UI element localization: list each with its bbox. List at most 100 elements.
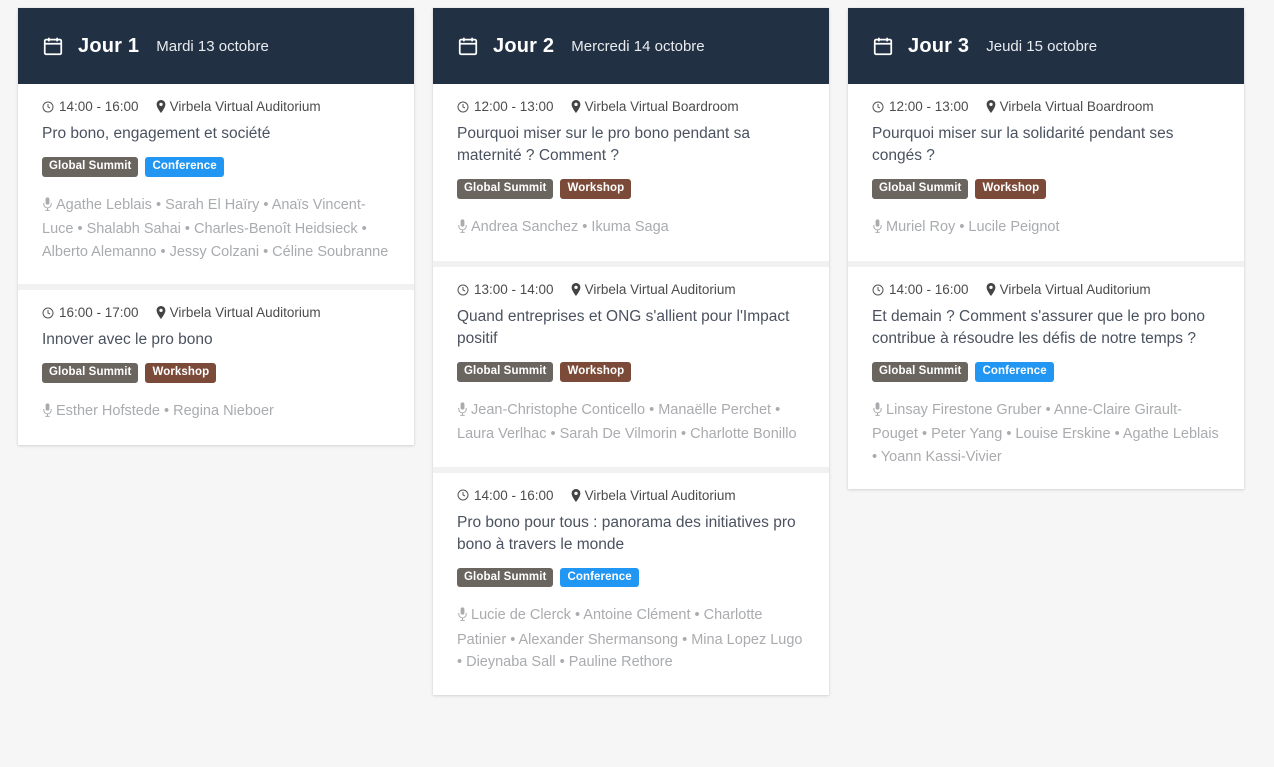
clock-icon bbox=[872, 101, 884, 113]
session-time-text: 14:00 - 16:00 bbox=[474, 487, 554, 503]
tag-badge[interactable]: Global Summit bbox=[872, 362, 969, 382]
tag-badge[interactable]: Global Summit bbox=[457, 567, 554, 588]
microphone-icon bbox=[457, 218, 468, 240]
session-item[interactable]: 16:00 - 17:00 Virbela Virtual Auditorium I… bbox=[18, 284, 414, 446]
session-item[interactable]: 12:00 - 13:00 Virbela Virtual Boardroom Po… bbox=[433, 84, 829, 262]
calendar-icon bbox=[42, 35, 64, 57]
session-speakers: Agathe Leblais • Sarah El Haïry • Anaïs … bbox=[42, 194, 390, 263]
session-speakers: Esther Hofstede • Regina Nieboer bbox=[42, 400, 390, 424]
day-header: Jour 1 Mardi 13 octobre bbox=[18, 8, 414, 84]
session-time: 13:00 - 14:00 bbox=[457, 282, 554, 297]
map-pin-icon bbox=[571, 488, 581, 502]
tag-badge[interactable]: Global Summit bbox=[457, 179, 554, 199]
session-speakers-text: Lucie de Clerck • Antoine Clément • Char… bbox=[457, 607, 803, 671]
session-speakers: Andrea Sanchez • Ikuma Saga bbox=[457, 216, 805, 240]
session-speakers-text: Linsay Firestone Gruber • Anne-Claire Gi… bbox=[872, 401, 1219, 465]
session-meta: 12:00 - 13:00 Virbela Virtual Boardroom bbox=[872, 99, 1220, 114]
session-location: Virbela Virtual Boardroom bbox=[571, 99, 739, 114]
microphone-icon bbox=[872, 218, 883, 240]
session-tags: Global Summit Conference bbox=[457, 567, 805, 588]
session-location: Virbela Virtual Auditorium bbox=[156, 305, 321, 320]
calendar-icon bbox=[872, 35, 894, 57]
session-location: Virbela Virtual Auditorium bbox=[571, 282, 736, 297]
day-title: Jour 3 bbox=[908, 34, 970, 57]
session-location-text: Virbela Virtual Auditorium bbox=[169, 99, 321, 114]
session-time-text: 14:00 - 16:00 bbox=[889, 282, 969, 298]
day-card: Jour 1 Mardi 13 octobre 14:00 - 16:00 Virbe… bbox=[18, 8, 414, 446]
session-time: 14:00 - 16:00 bbox=[872, 282, 969, 297]
session-item[interactable]: 14:00 - 16:00 Virbela Virtual Auditorium P… bbox=[18, 84, 414, 285]
day-card: Jour 2 Mercredi 14 octobre 12:00 - 13:00 Vi… bbox=[433, 8, 829, 695]
session-meta: 13:00 - 14:00 Virbela Virtual Auditorium bbox=[457, 282, 805, 297]
session-speakers-text: Agathe Leblais • Sarah El Haïry • Anaïs … bbox=[42, 196, 389, 260]
session-speakers-text: Jean-Christophe Conticello • Manaëlle Pe… bbox=[457, 401, 797, 443]
day-date: Mardi 13 octobre bbox=[156, 37, 269, 55]
session-location-text: Virbela Virtual Boardroom bbox=[999, 99, 1154, 114]
tag-badge[interactable]: Workshop bbox=[560, 362, 632, 382]
tag-badge[interactable]: Global Summit bbox=[457, 362, 554, 382]
session-title[interactable]: Pro bono, engagement et société bbox=[42, 123, 390, 145]
session-time: 14:00 - 16:00 bbox=[457, 488, 554, 503]
map-pin-icon bbox=[986, 100, 996, 113]
session-list: 12:00 - 13:00 Virbela Virtual Boardroom Po… bbox=[848, 84, 1244, 490]
clock-icon bbox=[872, 284, 884, 296]
session-meta: 16:00 - 17:00 Virbela Virtual Auditorium bbox=[42, 305, 390, 320]
session-location: Virbela Virtual Auditorium bbox=[156, 99, 321, 114]
day-header: Jour 2 Mercredi 14 octobre bbox=[433, 8, 829, 84]
session-meta: 12:00 - 13:00 Virbela Virtual Boardroom bbox=[457, 99, 805, 114]
map-pin-icon bbox=[571, 100, 581, 113]
session-tags: Global Summit Workshop bbox=[457, 362, 805, 382]
session-tags: Global Summit Workshop bbox=[872, 179, 1220, 199]
session-item[interactable]: 14:00 - 16:00 Virbela Virtual Auditorium E… bbox=[848, 261, 1244, 490]
day-date: Mercredi 14 octobre bbox=[571, 37, 705, 55]
session-title[interactable]: Pourquoi miser sur la solidarité pendant… bbox=[872, 123, 1220, 167]
session-location-text: Virbela Virtual Auditorium bbox=[584, 487, 736, 503]
microphone-icon bbox=[457, 401, 468, 423]
session-title[interactable]: Et demain ? Comment s'assurer que le pro… bbox=[872, 306, 1220, 350]
microphone-icon bbox=[457, 606, 468, 628]
session-speakers: Muriel Roy • Lucile Peignot bbox=[872, 216, 1220, 240]
map-pin-icon bbox=[986, 283, 996, 297]
day-title: Jour 2 bbox=[493, 34, 555, 57]
tag-badge[interactable]: Conference bbox=[145, 157, 224, 177]
map-pin-icon bbox=[156, 306, 166, 320]
session-title[interactable]: Quand entreprises et ONG s'allient pour … bbox=[457, 306, 805, 350]
session-meta: 14:00 - 16:00 Virbela Virtual Auditorium bbox=[457, 488, 805, 503]
session-location-text: Virbela Virtual Boardroom bbox=[584, 99, 739, 114]
session-time: 12:00 - 13:00 bbox=[872, 99, 969, 114]
session-tags: Global Summit Conference bbox=[42, 157, 390, 177]
day-header: Jour 3 Jeudi 15 octobre bbox=[848, 8, 1244, 84]
session-item[interactable]: 12:00 - 13:00 Virbela Virtual Boardroom Po… bbox=[848, 84, 1244, 262]
session-time: 14:00 - 16:00 bbox=[42, 99, 139, 114]
session-title[interactable]: Innover avec le pro bono bbox=[42, 329, 390, 351]
session-tags: Global Summit Workshop bbox=[457, 179, 805, 199]
session-tags: Global Summit Conference bbox=[872, 362, 1220, 382]
microphone-icon bbox=[872, 401, 883, 423]
clock-icon bbox=[457, 101, 469, 113]
session-item[interactable]: 13:00 - 14:00 Virbela Virtual Auditorium Q… bbox=[433, 261, 829, 467]
clock-icon bbox=[457, 489, 469, 501]
session-time-text: 16:00 - 17:00 bbox=[59, 305, 139, 321]
session-meta: 14:00 - 16:00 Virbela Virtual Auditorium bbox=[872, 282, 1220, 297]
session-time-text: 13:00 - 14:00 bbox=[474, 282, 554, 298]
session-list: 12:00 - 13:00 Virbela Virtual Boardroom Po… bbox=[433, 84, 829, 695]
tag-badge[interactable]: Conference bbox=[560, 567, 639, 588]
session-location: Virbela Virtual Auditorium bbox=[571, 488, 736, 503]
tag-badge[interactable]: Global Summit bbox=[42, 363, 139, 383]
tag-badge[interactable]: Conference bbox=[975, 362, 1054, 382]
session-title[interactable]: Pro bono pour tous : panorama des initia… bbox=[457, 512, 805, 556]
session-location-text: Virbela Virtual Auditorium bbox=[999, 282, 1151, 298]
tag-badge[interactable]: Workshop bbox=[560, 179, 632, 199]
tag-badge[interactable]: Workshop bbox=[145, 363, 217, 383]
session-title[interactable]: Pourquoi miser sur le pro bono pendant s… bbox=[457, 123, 805, 167]
session-item[interactable]: 14:00 - 16:00 Virbela Virtual Auditorium P… bbox=[433, 466, 829, 695]
tag-badge[interactable]: Workshop bbox=[975, 179, 1047, 199]
session-time: 12:00 - 13:00 bbox=[457, 99, 554, 114]
clock-icon bbox=[42, 307, 54, 319]
calendar-icon bbox=[457, 35, 479, 57]
clock-icon bbox=[42, 101, 54, 113]
session-location: Virbela Virtual Auditorium bbox=[986, 282, 1151, 297]
session-speakers-text: Andrea Sanchez • Ikuma Saga bbox=[471, 218, 669, 235]
tag-badge[interactable]: Global Summit bbox=[872, 179, 969, 199]
tag-badge[interactable]: Global Summit bbox=[42, 157, 139, 177]
